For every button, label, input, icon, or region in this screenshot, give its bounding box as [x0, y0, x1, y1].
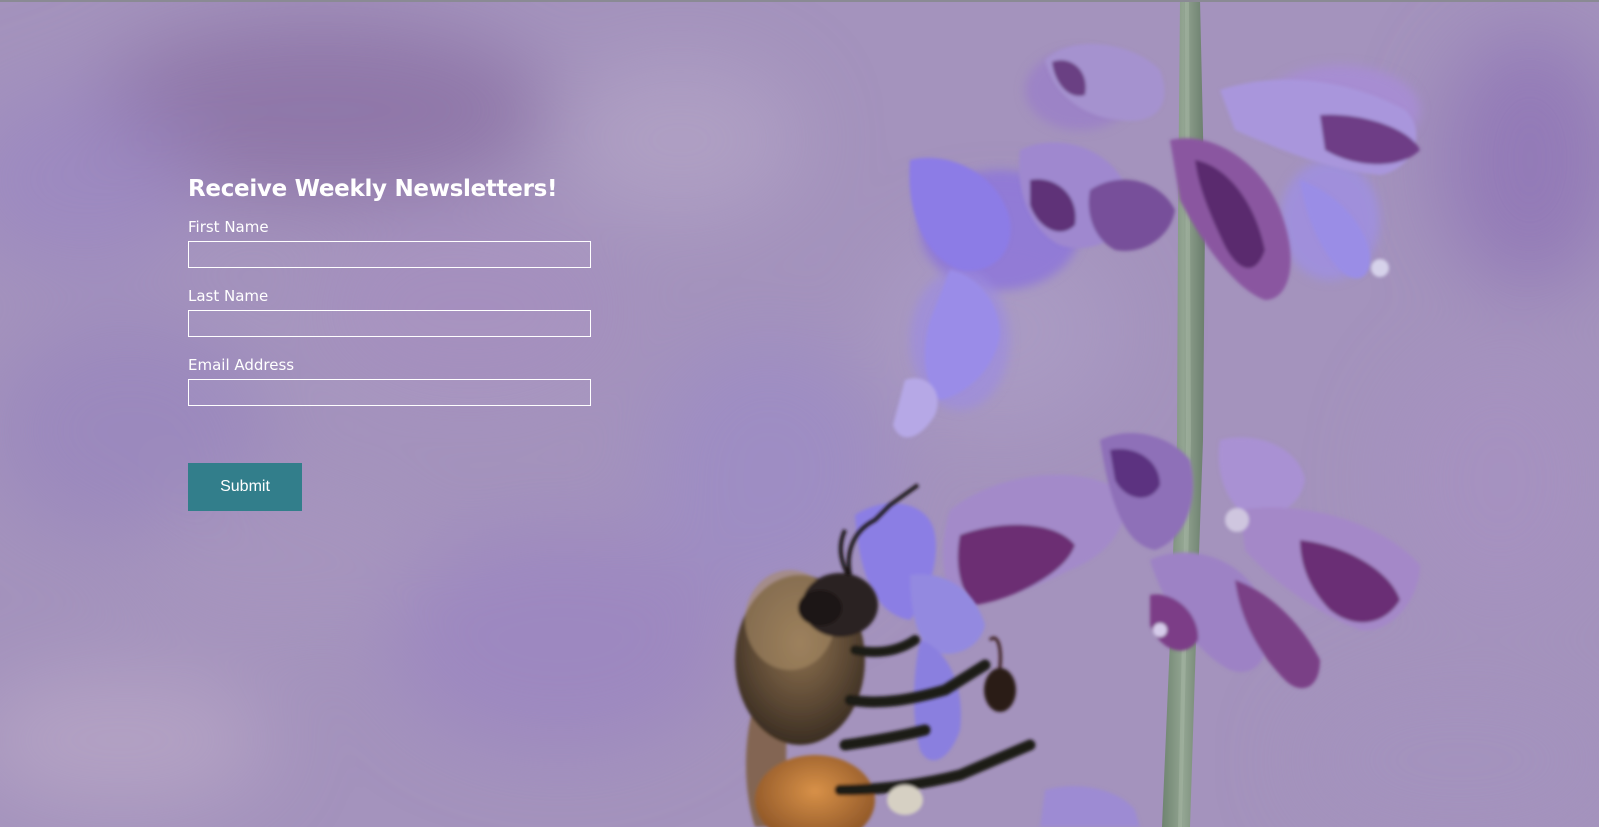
email-input[interactable]	[188, 379, 591, 406]
submit-button[interactable]: Submit	[188, 463, 302, 511]
last-name-field: Last Name	[188, 287, 591, 337]
newsletter-form: Receive Weekly Newsletters! First Name L…	[188, 176, 591, 425]
newsletter-title: Receive Weekly Newsletters!	[188, 176, 558, 202]
first-name-field: First Name	[188, 218, 591, 268]
last-name-input[interactable]	[188, 310, 591, 337]
top-border	[0, 0, 1599, 2]
email-label: Email Address	[188, 356, 295, 374]
first-name-label: First Name	[188, 218, 269, 236]
last-name-label: Last Name	[188, 287, 269, 305]
email-field: Email Address	[188, 356, 591, 406]
first-name-input[interactable]	[188, 241, 591, 268]
